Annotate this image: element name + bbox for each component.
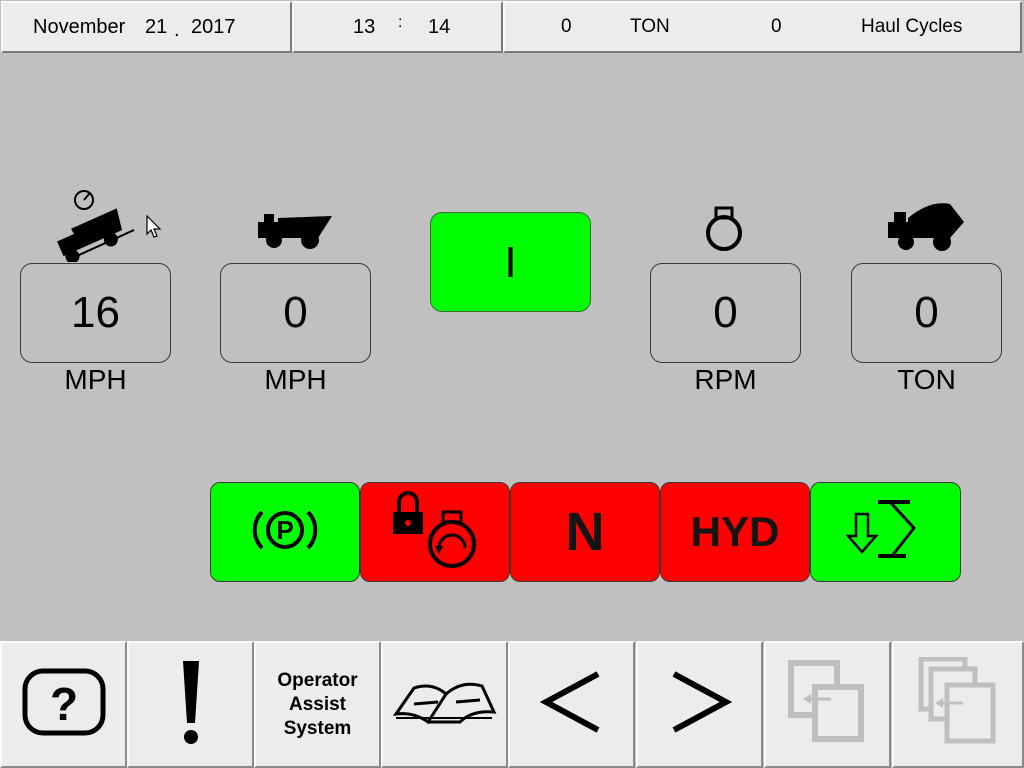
body-down-indicator <box>810 482 961 582</box>
date-display: November 21 . 2017 <box>1 1 292 53</box>
window-button[interactable] <box>764 641 891 768</box>
truck-downhill-speed-icon <box>52 186 136 267</box>
chevron-right-icon <box>668 670 732 739</box>
date-separator: . <box>174 19 180 41</box>
truck-speed-icon <box>256 208 334 255</box>
time-hour: 13 <box>353 16 376 38</box>
speed-gauge: 16 <box>20 263 171 363</box>
operator-assist-button[interactable]: Operator Assist System <box>254 641 381 768</box>
neutral-indicator: N <box>510 482 660 582</box>
svg-text:P: P <box>276 515 293 545</box>
tons-value: 0 <box>561 16 572 37</box>
chevron-left-icon <box>539 670 604 739</box>
windows-stack-icon <box>917 656 999 752</box>
date-month: November <box>33 16 126 38</box>
ground-speed-gauge: 0 <box>220 263 371 363</box>
neutral-label: N <box>565 502 605 562</box>
svg-text:?: ? <box>49 678 77 730</box>
haul-display: 0 TON 0 Haul Cycles <box>503 1 1022 53</box>
ground-speed-unit: MPH <box>264 364 327 395</box>
gear-label: I <box>504 238 517 287</box>
engine-rpm-value: 0 <box>713 288 738 337</box>
alerts-button[interactable] <box>127 641 254 768</box>
payload-value: 0 <box>914 288 939 337</box>
hydraulic-label: HYD <box>690 508 780 555</box>
haul-count: 0 <box>771 16 782 37</box>
gear-indicator: I <box>430 212 591 312</box>
previous-button[interactable] <box>508 641 635 768</box>
time-display: 13 : 14 <box>292 1 503 53</box>
parking-brake-indicator: P <box>210 482 360 582</box>
loaded-truck-icon <box>886 200 966 257</box>
hydraulic-indicator: HYD <box>660 482 810 582</box>
help-button[interactable]: ? <box>0 641 127 768</box>
help-icon: ? <box>22 668 106 741</box>
bottom-button-bar: ? Operator Assist System <box>0 641 1024 768</box>
engine-rpm-gauge: 0 <box>650 263 801 363</box>
engine-rpm-unit: RPM <box>694 364 757 395</box>
parking-brake-icon: P <box>250 502 320 563</box>
status-bar: November 21 . 2017 13 : 14 0 TON 0 Haul … <box>0 0 1024 54</box>
payload-unit: TON <box>897 364 956 395</box>
payload-gauge: 0 <box>851 263 1002 363</box>
time-separator: : <box>398 14 403 31</box>
engine-lock-indicator <box>360 482 510 582</box>
alert-icon <box>179 657 203 752</box>
engine-lock-icon <box>385 488 485 577</box>
date-day: 21 <box>145 16 168 38</box>
speed-unit: MPH <box>64 364 127 395</box>
manual-button[interactable] <box>381 641 508 768</box>
body-down-icon <box>844 498 926 567</box>
ground-speed-value: 0 <box>283 288 308 337</box>
tons-unit: TON <box>630 16 670 37</box>
mouse-cursor-icon <box>146 214 162 244</box>
haul-cycles-label: Haul Cycles <box>861 16 963 37</box>
manual-icon <box>392 674 498 735</box>
date-year: 2017 <box>191 16 236 38</box>
windows-stack-button[interactable] <box>892 641 1024 768</box>
operator-assist-label: Operator Assist System <box>277 669 358 739</box>
engine-icon <box>703 206 745 257</box>
time-minute: 14 <box>428 16 451 38</box>
next-button[interactable] <box>636 641 763 768</box>
window-icon <box>787 659 869 750</box>
speed-value: 16 <box>71 288 120 337</box>
